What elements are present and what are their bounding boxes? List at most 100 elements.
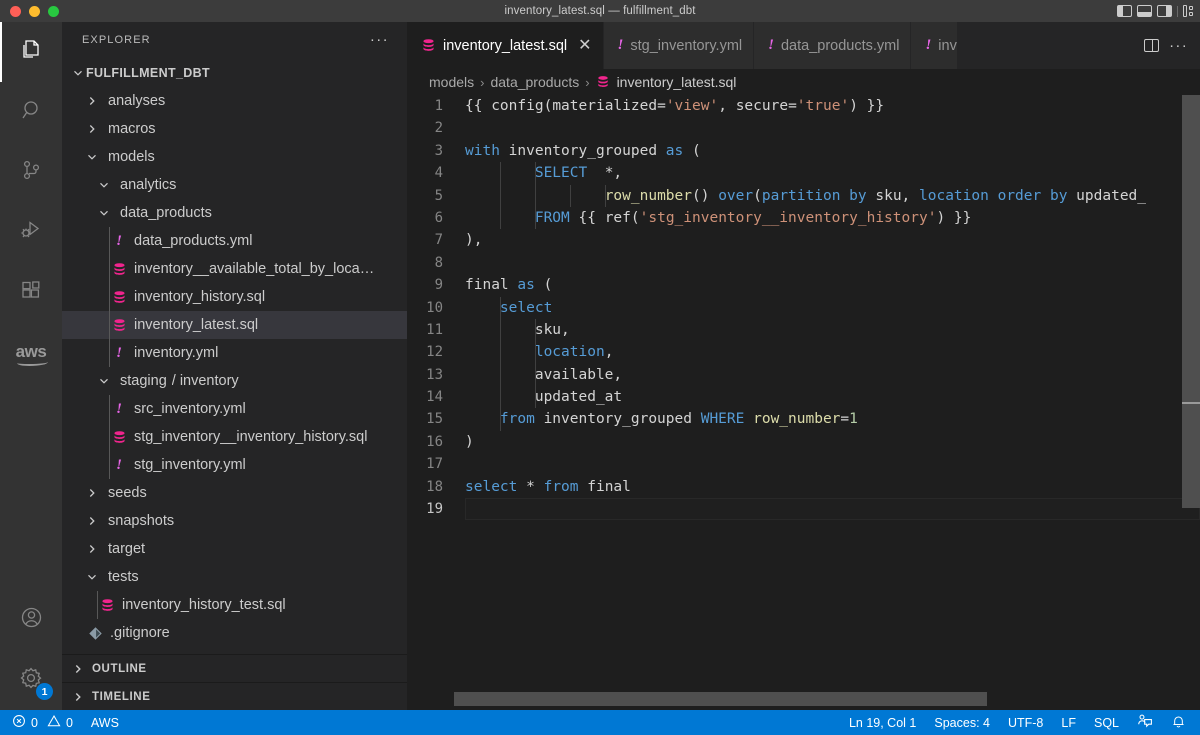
toggle-panel-icon[interactable] (1137, 5, 1152, 17)
code-line-text[interactable]: FROM {{ ref('stg_inventory__inventory_hi… (465, 206, 1200, 230)
activity-item-search[interactable] (0, 82, 62, 142)
status-editor-encoding[interactable]: UTF-8 (999, 710, 1052, 735)
code-line[interactable]: 17 (407, 453, 1200, 475)
activity-item-aws-toolkit[interactable]: aws (0, 322, 62, 382)
editor-more-actions-icon[interactable]: ··· (1169, 38, 1188, 53)
tab-stg-inventory-yml[interactable]: ! stg_inventory.yml (603, 22, 755, 69)
tree-item-stg-inventory-inventory-history-sql[interactable]: stg_inventory__inventory_history.sql (62, 423, 407, 451)
code-line[interactable]: 12 location, (407, 341, 1200, 364)
status-editor-language[interactable]: SQL (1085, 710, 1128, 735)
close-icon[interactable]: ✕ (578, 37, 591, 54)
status-notifications[interactable] (1162, 710, 1200, 735)
tab-inventory-truncated[interactable]: ! inv (911, 22, 958, 69)
zoom-window-button[interactable] (48, 5, 59, 17)
horizontal-scrollbar-thumb[interactable] (454, 692, 987, 706)
code-line[interactable]: 13 available, (407, 363, 1200, 387)
code-line-text[interactable] (465, 498, 1200, 521)
tree-item-inventory-latest-sql[interactable]: inventory_latest.sql (62, 311, 407, 339)
code-line-text[interactable]: available, (465, 363, 1200, 387)
minimize-window-button[interactable] (29, 5, 40, 17)
customize-layout-icon[interactable] (1183, 5, 1193, 17)
tree-item-inventory-available-total-by-location[interactable]: inventory__available_total_by_loca… (62, 255, 407, 283)
status-problems[interactable]: 0 0 (0, 710, 82, 735)
code-line-text[interactable]: row_number() over(partition by sku, loca… (465, 184, 1200, 207)
tree-item-inventory-yml[interactable]: ! inventory.yml (62, 339, 407, 367)
status-aws-connection[interactable]: AWS (82, 710, 128, 735)
activity-item-run-and-debug[interactable] (0, 202, 62, 262)
tab-inventory-latest-sql[interactable]: inventory_latest.sql ✕ (407, 22, 604, 69)
code-line-text[interactable]: updated_at (465, 386, 1200, 409)
code-line-text[interactable]: ) (465, 431, 1200, 453)
editor-horizontal-scrollbar[interactable] (407, 688, 1200, 710)
activity-item-accounts[interactable] (0, 590, 62, 650)
activity-item-extensions[interactable] (0, 262, 62, 322)
code-line-text[interactable]: ), (465, 229, 1200, 251)
tree-item-models[interactable]: models (62, 143, 407, 171)
status-editor-eol[interactable]: LF (1052, 710, 1085, 735)
tab-data-products-yml[interactable]: ! data_products.yml (754, 22, 912, 69)
code-line-text[interactable]: final as ( (465, 274, 1200, 296)
code-line[interactable]: 5 row_number() over(partition by sku, lo… (407, 184, 1200, 207)
code-line-text[interactable] (465, 453, 1200, 475)
toggle-secondary-sidebar-icon[interactable] (1157, 5, 1172, 17)
tree-item-analyses[interactable]: analyses (62, 87, 407, 115)
tree-item-inventory-history-sql[interactable]: inventory_history.sql (62, 283, 407, 311)
code-line-text[interactable]: select * from final (465, 476, 1200, 498)
breadcrumb-item-inventory-latest-sql[interactable]: inventory_latest.sql (596, 74, 736, 90)
activity-item-source-control[interactable] (0, 142, 62, 202)
code-line-text[interactable]: with inventory_grouped as ( (465, 140, 1200, 162)
code-line-text[interactable]: from inventory_grouped WHERE row_number=… (465, 408, 1200, 431)
code-editor[interactable]: 1{{ config(materialized='view', secure='… (407, 95, 1200, 710)
vertical-scrollbar-thumb[interactable] (1182, 95, 1200, 508)
code-line[interactable]: 2 (407, 117, 1200, 139)
toggle-primary-sidebar-icon[interactable] (1117, 5, 1132, 17)
activity-item-explorer[interactable] (0, 22, 62, 82)
tree-item-data-products[interactable]: data_products (62, 199, 407, 227)
code-line[interactable]: 6 FROM {{ ref('stg_inventory__inventory_… (407, 206, 1200, 230)
code-line-text[interactable]: SELECT *, (465, 162, 1200, 185)
tree-item-stg-inventory-yml[interactable]: ! stg_inventory.yml (62, 451, 407, 479)
outline-panel-header[interactable]: OUTLINE (62, 654, 407, 682)
code-line[interactable]: 16) (407, 431, 1200, 453)
tree-item-seeds[interactable]: seeds (62, 479, 407, 507)
code-line-text[interactable] (465, 252, 1200, 274)
tree-item-tests[interactable]: tests (62, 563, 407, 591)
code-line[interactable]: 9 final as ( (407, 274, 1200, 296)
tree-item-macros[interactable]: macros (62, 115, 407, 143)
code-line[interactable]: 11 sku, (407, 318, 1200, 342)
status-feedback[interactable] (1128, 710, 1162, 735)
tree-item-snapshots[interactable]: snapshots (62, 507, 407, 535)
activity-item-manage-settings[interactable]: 1 (0, 650, 62, 710)
breadcrumb-item-data-products[interactable]: data_products (490, 74, 579, 90)
code-line[interactable]: 3 with inventory_grouped as ( (407, 140, 1200, 162)
tree-item-inventory-history-test-sql[interactable]: inventory_history_test.sql (62, 591, 407, 619)
status-editor-position[interactable]: Ln 19, Col 1 (840, 710, 925, 735)
code-line-text[interactable]: {{ config(materialized='view', secure='t… (465, 95, 1200, 117)
code-line[interactable]: 10 select (407, 296, 1200, 319)
tree-item-target[interactable]: target (62, 535, 407, 563)
code-line-text[interactable]: location, (465, 341, 1200, 364)
code-line[interactable]: 1 {{ config(materialized='view', secure='… (407, 95, 1200, 117)
timeline-panel-header[interactable]: TIMELINE (62, 682, 407, 710)
code-line[interactable]: 8 (407, 252, 1200, 274)
status-editor-indentation[interactable]: Spaces: 4 (925, 710, 999, 735)
split-editor-right-icon[interactable] (1144, 39, 1160, 52)
tree-item-gitignore[interactable]: .gitignore (62, 619, 407, 647)
tree-root-fulfillment-dbt[interactable]: FULFILLMENT_DBT (62, 59, 407, 87)
breadcrumb-item-models[interactable]: models (429, 74, 474, 90)
tree-item-staging-inventory[interactable]: staging / inventory (62, 367, 407, 395)
tree-item-analytics[interactable]: analytics (62, 171, 407, 199)
code-line[interactable]: 14 updated_at (407, 386, 1200, 409)
explorer-more-actions-icon[interactable]: ··· (370, 32, 389, 47)
code-line[interactable]: 18 select * from final (407, 476, 1200, 498)
code-line-text[interactable]: select (465, 296, 1200, 319)
code-content[interactable]: 1{{ config(materialized='view', secure='… (407, 95, 1200, 710)
tree-item-data-products-yml[interactable]: ! data_products.yml (62, 227, 407, 255)
code-line-text[interactable]: sku, (465, 318, 1200, 342)
tree-item-src-inventory-yml[interactable]: ! src_inventory.yml (62, 395, 407, 423)
code-line-text[interactable] (465, 117, 1200, 139)
code-line[interactable]: 19 (407, 498, 1200, 521)
file-tree[interactable]: FULFILLMENT_DBT analyses macros models a… (62, 57, 407, 654)
code-line[interactable]: 4 SELECT *, (407, 162, 1200, 185)
code-line[interactable]: 15 from inventory_grouped WHERE row_numb… (407, 408, 1200, 431)
